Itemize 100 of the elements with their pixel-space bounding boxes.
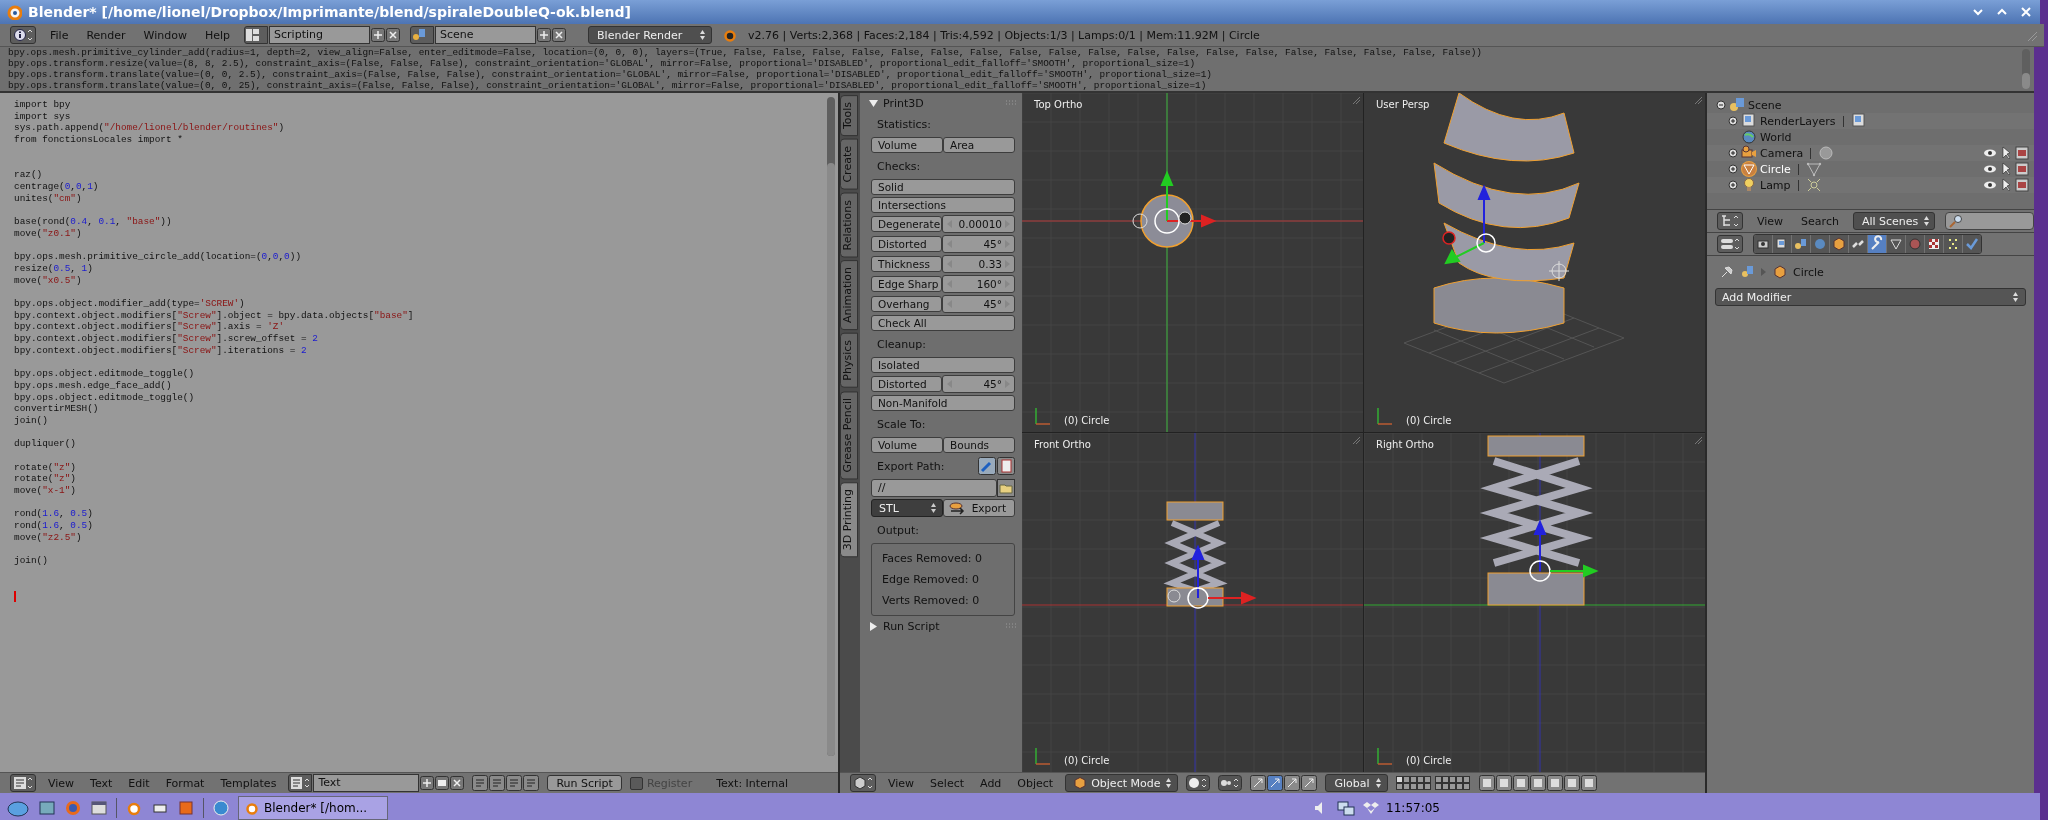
menu-item[interactable]: File xyxy=(46,28,73,42)
outliner-item-name[interactable]: Camera xyxy=(1760,146,1804,160)
window-title: Blender* [/home/lionel/Dropbox/Imprimante/blend/spiraleDoubleQ-ok.blend] xyxy=(28,4,631,20)
code-line: move("z0.1") xyxy=(14,227,82,240)
outliner-row[interactable]: Circle xyxy=(1707,161,2034,177)
number-field[interactable]: 45° xyxy=(942,235,1015,253)
menu-item[interactable]: Help xyxy=(200,28,235,42)
menu-item[interactable]: Add xyxy=(976,776,1006,790)
toggle-button[interactable]: Area xyxy=(943,137,1015,153)
tool-shelf-tab[interactable]: Physics xyxy=(840,333,858,388)
render-engine-dropdown[interactable]: Blender Render xyxy=(588,26,713,44)
code-line: bpy.ops.object.modifier_add(type='SCREW') xyxy=(14,297,245,310)
toggle-button[interactable]: Isolated xyxy=(871,357,1015,373)
tool-shelf-tab[interactable]: Create xyxy=(840,139,858,190)
active-object-label: (0) Circle xyxy=(1406,755,1452,766)
scene-field[interactable]: Scene xyxy=(435,26,537,44)
toggle-button[interactable]: Non-Manifold xyxy=(871,395,1015,411)
menu-item[interactable]: Text xyxy=(86,776,117,790)
code-line: join() xyxy=(14,555,48,567)
view-name-label: Top Ortho xyxy=(1034,99,1083,110)
menu-item[interactable]: Templates xyxy=(216,776,281,790)
outliner-row[interactable]: World xyxy=(1707,129,2034,145)
menu-item[interactable]: View xyxy=(44,776,79,790)
menu-item[interactable]: Edit xyxy=(124,776,154,790)
menu-item[interactable]: Object xyxy=(1013,776,1058,790)
check-button[interactable]: Distorted xyxy=(871,236,942,252)
output-text: Edge Removed: 0 xyxy=(882,573,980,586)
outliner-row[interactable]: Camera xyxy=(1707,145,2034,161)
code-line: rotate("z") xyxy=(14,473,76,486)
number-field[interactable]: 160° xyxy=(942,275,1015,293)
tool-shelf-tab[interactable]: Tools xyxy=(840,95,858,137)
section-label: Export Path: xyxy=(876,459,946,475)
export-button[interactable]: Export xyxy=(942,499,1015,517)
active-object-label: (0) Circle xyxy=(1064,415,1110,426)
text-source-label: Text: Internal xyxy=(716,776,788,790)
menu-item[interactable]: Render xyxy=(82,28,130,42)
view-name-label: User Persp xyxy=(1376,99,1430,110)
code-line: bpy.context.object.modifiers["Screw"].axis = 'Z' xyxy=(14,321,285,333)
taskbar-window-button[interactable]: Blender* [/hom... xyxy=(238,796,388,820)
panel-title: Print3D xyxy=(883,96,924,110)
toggle-button[interactable]: Volume xyxy=(871,137,943,153)
check-button[interactable]: Edge Sharp xyxy=(871,276,942,292)
outliner-item-name[interactable]: World xyxy=(1760,130,1792,144)
outliner-item-name[interactable]: Scene xyxy=(1748,98,1782,112)
check-button[interactable]: Overhang xyxy=(871,296,942,312)
mode-dropdown[interactable]: Object Mode xyxy=(1065,774,1179,792)
toggle-button[interactable]: Solid xyxy=(871,179,1015,195)
number-field[interactable]: 45° xyxy=(942,375,1015,393)
menu-item[interactable]: Search xyxy=(1797,214,1843,228)
clock-time: 11:57:05 xyxy=(1386,801,1440,815)
text-datablock-field[interactable]: Text xyxy=(313,774,420,792)
toggle-button[interactable]: Bounds xyxy=(943,437,1015,453)
run-script-button[interactable]: Run Script xyxy=(547,775,622,791)
outliner-item-name[interactable]: Lamp xyxy=(1760,178,1791,192)
export-path-field[interactable]: // xyxy=(871,479,997,497)
code-line: import sys xyxy=(14,110,71,123)
outliner-item-name[interactable]: Circle xyxy=(1760,162,1791,176)
layout-field[interactable]: Scripting xyxy=(269,26,371,44)
menu-item[interactable]: Select xyxy=(926,776,969,790)
add-modifier-dropdown[interactable]: Add Modifier xyxy=(1715,288,2026,306)
panel-header[interactable]: Print3D xyxy=(863,93,1017,113)
toggle-button[interactable]: Intersections xyxy=(871,197,1015,213)
tool-shelf-tab[interactable]: 3D Printing xyxy=(840,482,858,558)
number-field[interactable]: 0.00010 xyxy=(942,215,1015,233)
tool-shelf-tab[interactable]: Grease Pencil xyxy=(840,390,858,480)
object-name: Circle xyxy=(1793,265,1824,279)
outliner-row[interactable]: Scene xyxy=(1707,97,2034,113)
outliner-row[interactable]: Lamp xyxy=(1707,177,2034,193)
code-line: resize(0.5, 1) xyxy=(14,262,93,275)
menu-item[interactable]: Window xyxy=(139,28,191,42)
number-field[interactable]: 0.33 xyxy=(942,255,1015,273)
display-mode-dropdown[interactable]: All Scenes xyxy=(1852,212,1935,230)
tool-shelf-tab[interactable]: Animation xyxy=(840,260,858,331)
scene-statistics: v2.76 | Verts:2,368 | Faces:2,184 | Tris:4,592 | Objects:1/3 | Lamps:0/1 | Mem:11.92M | Circle xyxy=(748,28,1260,42)
code-line: move("x0.5") xyxy=(14,274,82,287)
code-line: rond(1.6, 0.5) xyxy=(14,520,93,532)
code-line: bpy.context.object.modifiers["Screw"].object = bpy.data.objects["base"] xyxy=(14,309,414,322)
menu-item[interactable]: View xyxy=(1753,214,1788,228)
number-field[interactable]: 45° xyxy=(942,295,1015,313)
toggle-button[interactable]: Check All xyxy=(871,315,1015,331)
check-button[interactable]: Thickness xyxy=(871,256,942,272)
menu-item[interactable]: Format xyxy=(161,776,209,790)
code-line: rond(1.6, 0.5) xyxy=(14,508,93,521)
panel-header[interactable]: Run Script xyxy=(863,616,1017,636)
code-line: move("z2.5") xyxy=(14,531,82,544)
tool-shelf-tab[interactable]: Relations xyxy=(840,192,858,258)
check-button[interactable]: Degenerate xyxy=(871,216,942,232)
section-label: Scale To: xyxy=(876,417,927,433)
outliner-item-name[interactable]: RenderLayers xyxy=(1760,114,1836,128)
code-line: bpy.ops.mesh.edge_face_add() xyxy=(14,379,172,392)
toggle-button[interactable]: Volume xyxy=(871,437,943,453)
code-line: convertirMESH() xyxy=(14,403,99,415)
active-object-label: (0) Circle xyxy=(1406,415,1452,426)
check-button[interactable]: Distorted xyxy=(871,376,942,392)
orientation-dropdown[interactable]: Global xyxy=(1325,774,1388,792)
menu-item[interactable]: View xyxy=(884,776,919,790)
code-line: bpy.ops.object.editmode_toggle() xyxy=(14,368,195,380)
outliner-row[interactable]: RenderLayers xyxy=(1707,113,2034,129)
format-dropdown[interactable]: STL xyxy=(871,499,943,517)
section-label: Checks: xyxy=(876,159,922,175)
